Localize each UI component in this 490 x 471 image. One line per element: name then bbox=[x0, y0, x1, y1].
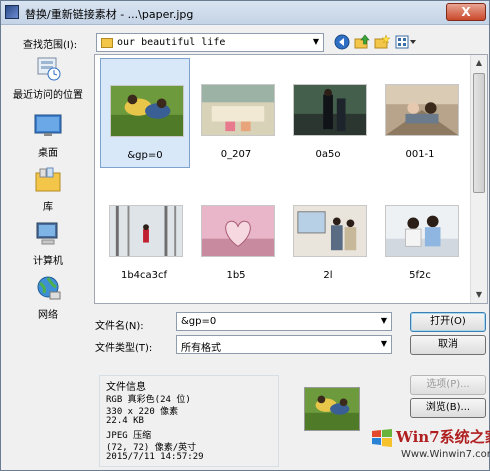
file-tile[interactable]: 1b5 bbox=[192, 179, 282, 289]
file-name: 2l bbox=[323, 270, 333, 281]
scroll-down-icon[interactable]: ▼ bbox=[471, 287, 487, 303]
desktop-icon bbox=[34, 114, 62, 136]
file-info-line: 22.4 KB bbox=[106, 416, 144, 426]
library-icon bbox=[35, 167, 61, 192]
file-tile[interactable]: 1b4ca3cf bbox=[100, 179, 190, 289]
windows-logo-icon bbox=[372, 429, 392, 447]
place-label: 库 bbox=[43, 202, 53, 213]
place-label: 计算机 bbox=[33, 256, 63, 267]
close-button[interactable]: X bbox=[446, 3, 486, 21]
file-tile[interactable]: &gp=0 bbox=[100, 58, 190, 168]
file-thumbnail bbox=[293, 205, 367, 257]
app-icon bbox=[5, 5, 19, 19]
back-icon[interactable] bbox=[334, 34, 350, 50]
place-libraries[interactable]: 库 bbox=[9, 167, 87, 213]
replace-relink-dialog: 替换/重新链接素材 - ...\paper.jpg X 查找范围(I): our… bbox=[0, 0, 490, 471]
browse-button[interactable]: 浏览(B)... bbox=[410, 398, 486, 418]
filename-value: &gp=0 bbox=[181, 316, 217, 327]
place-network[interactable]: 网络 bbox=[9, 275, 87, 321]
file-tile[interactable]: 0a5o bbox=[284, 58, 374, 168]
file-tile[interactable]: 0_207 bbox=[192, 58, 282, 168]
chevron-down-icon: ▼ bbox=[380, 339, 387, 348]
file-name: 1b5 bbox=[226, 270, 246, 281]
filename-label: 文件名(N): bbox=[95, 321, 144, 332]
filetype-label: 文件类型(T): bbox=[95, 343, 153, 354]
file-thumbnail bbox=[201, 84, 275, 136]
computer-icon bbox=[36, 222, 58, 245]
filetype-value: 所有格式 bbox=[181, 343, 221, 354]
file-list[interactable]: &gp=0 0_207 0a5o 001-1 1b4ca3cf 1b5 2l 5… bbox=[94, 54, 488, 304]
file-thumbnail bbox=[110, 85, 184, 137]
recent-places-icon bbox=[37, 57, 61, 81]
options-button[interactable]: 选项(P)... bbox=[410, 375, 486, 395]
lookin-value: our beautiful life bbox=[117, 37, 226, 48]
network-icon bbox=[37, 276, 61, 300]
file-thumbnail bbox=[201, 205, 275, 257]
new-folder-icon[interactable] bbox=[374, 34, 390, 50]
file-tile[interactable]: 2l bbox=[284, 179, 374, 289]
scroll-up-icon[interactable]: ▲ bbox=[471, 55, 487, 71]
filetype-dropdown[interactable]: 所有格式 ▼ bbox=[176, 335, 392, 354]
watermark-url: Www.Winwin7.com bbox=[401, 449, 490, 460]
file-thumbnail bbox=[109, 205, 183, 257]
places-bar: 最近访问的位置 桌面 库 计算机 网络 bbox=[9, 55, 87, 355]
file-info-line: 2015/7/11 14:57:29 bbox=[106, 452, 204, 462]
file-name: 1b4ca3cf bbox=[120, 270, 168, 281]
place-label: 桌面 bbox=[38, 148, 58, 159]
file-thumbnail bbox=[385, 84, 459, 136]
open-button[interactable]: 打开(O) bbox=[410, 312, 486, 332]
view-menu-icon[interactable] bbox=[395, 34, 417, 50]
folder-icon bbox=[101, 38, 113, 48]
file-name: 5f2c bbox=[409, 270, 431, 281]
file-info-panel: 文件信息 RGB 真彩色(24 位) 330 x 220 像素 22.4 KB … bbox=[99, 375, 279, 467]
place-desktop[interactable]: 桌面 bbox=[9, 113, 87, 159]
place-label: 网络 bbox=[38, 310, 58, 321]
lookin-label: 查找范围(I): bbox=[23, 40, 78, 51]
filename-input[interactable]: &gp=0 ▼ bbox=[176, 312, 392, 331]
place-label: 最近访问的位置 bbox=[13, 90, 83, 101]
file-tile[interactable]: 5f2c bbox=[376, 179, 466, 289]
file-name: 0a5o bbox=[315, 149, 341, 160]
file-name: 001-1 bbox=[405, 149, 435, 160]
file-name: &gp=0 bbox=[127, 150, 163, 161]
file-thumbnail bbox=[385, 205, 459, 257]
scroll-thumb[interactable] bbox=[473, 73, 485, 193]
file-thumbnail bbox=[293, 84, 367, 136]
vertical-scrollbar[interactable]: ▲ ▼ bbox=[470, 55, 487, 303]
file-tile[interactable]: 001-1 bbox=[376, 58, 466, 168]
place-computer[interactable]: 计算机 bbox=[9, 221, 87, 267]
window-title: 替换/重新链接素材 - ...\paper.jpg bbox=[25, 8, 194, 21]
chevron-down-icon[interactable]: ▼ bbox=[381, 316, 387, 325]
watermark-text: Win7系统之家 bbox=[396, 428, 490, 446]
up-folder-icon[interactable] bbox=[354, 34, 370, 50]
title-bar: 替换/重新链接素材 - ...\paper.jpg X bbox=[1, 1, 489, 25]
cancel-button[interactable]: 取消 bbox=[410, 335, 486, 355]
lookin-dropdown[interactable]: our beautiful life ▼ bbox=[96, 33, 324, 52]
chevron-down-icon: ▼ bbox=[312, 37, 319, 46]
file-info-header: 文件信息 bbox=[106, 382, 146, 393]
place-recent[interactable]: 最近访问的位置 bbox=[9, 55, 87, 101]
preview-thumbnail bbox=[304, 387, 360, 431]
file-name: 0_207 bbox=[220, 149, 252, 160]
